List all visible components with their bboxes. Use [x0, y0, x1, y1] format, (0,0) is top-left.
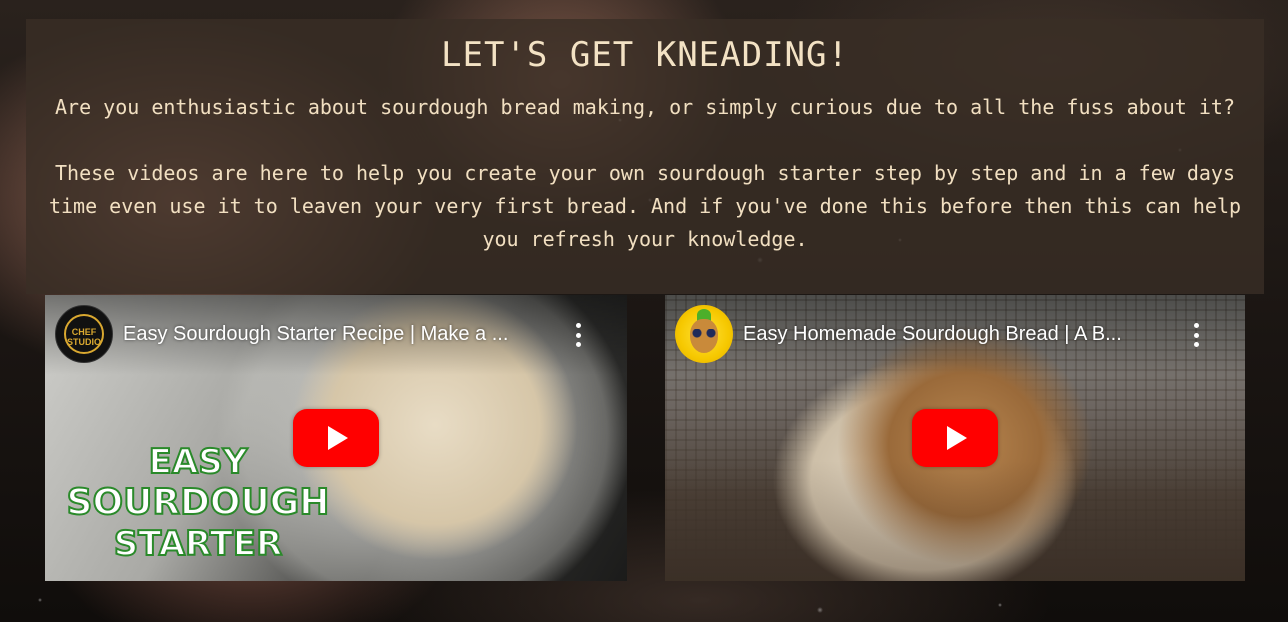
intro-panel: LET'S GET KNEADING! Are you enthusiastic… — [26, 19, 1264, 294]
youtube-play-icon[interactable] — [912, 409, 998, 467]
video-title[interactable]: Easy Sourdough Starter Recipe | Make a .… — [123, 321, 553, 347]
page: LET'S GET KNEADING! Are you enthusiastic… — [0, 0, 1288, 622]
avatar-glasses — [691, 329, 717, 338]
youtube-play-icon[interactable] — [293, 409, 379, 467]
more-vert-icon[interactable] — [1187, 323, 1205, 347]
intro-paragraph-1: Are you enthusiastic about sourdough bre… — [54, 95, 1236, 119]
video-title[interactable]: Easy Homemade Sourdough Bread | A B... — [743, 321, 1173, 347]
video-embed-sourdough-starter[interactable]: EASY SOURDOUGH STARTER CHEF STUDIO Easy … — [45, 295, 627, 581]
channel-avatar[interactable] — [675, 305, 733, 363]
thumbnail-text-line: SOURDOUGH — [66, 482, 331, 523]
channel-logo-text: CHEF STUDIO — [66, 327, 101, 347]
channel-avatar[interactable]: CHEF STUDIO — [55, 305, 113, 363]
more-vert-icon[interactable] — [569, 323, 587, 347]
intro-paragraph-2: These videos are here to help you create… — [48, 161, 1242, 251]
page-heading: LET'S GET KNEADING! — [441, 35, 849, 75]
play-triangle-icon — [328, 426, 348, 450]
play-triangle-icon — [947, 426, 967, 450]
thumbnail-text-line: STARTER — [113, 524, 284, 564]
thumbnail-shading — [665, 461, 1245, 581]
video-embed-sourdough-bread[interactable]: Easy Homemade Sourdough Bread | A B... — [665, 295, 1245, 581]
